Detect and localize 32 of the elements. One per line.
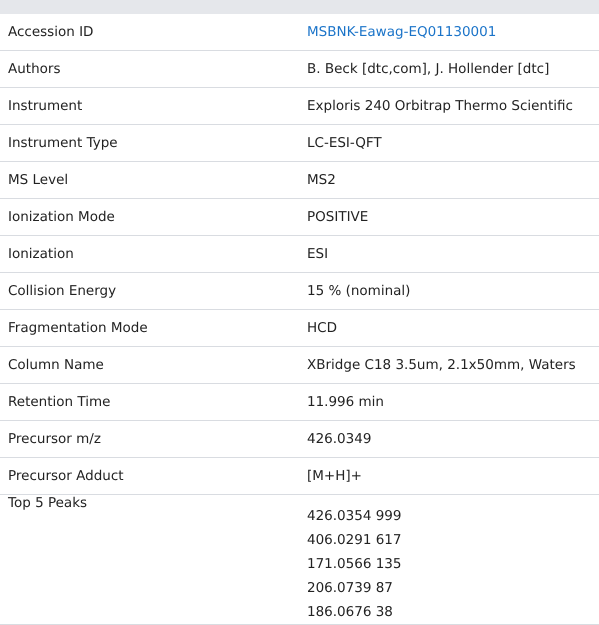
field-label: Authors: [7, 61, 60, 77]
peak-value: 426.0354 999: [307, 507, 402, 526]
field-label: Precursor m/z: [7, 431, 101, 447]
field-value: LC-ESI-QFT: [307, 135, 382, 151]
field-label: Retention Time: [7, 394, 110, 410]
field-label: Ionization: [7, 246, 74, 262]
peak-value: 186.0676 38: [307, 603, 394, 622]
field-label: Ionization Mode: [7, 209, 115, 225]
field-value: POSITIVE: [307, 209, 368, 225]
peak-value: 206.0739 87: [307, 579, 394, 598]
field-value: XBridge C18 3.5um, 2.1x50mm, Waters: [307, 357, 576, 373]
field-value: 15 % (nominal): [307, 283, 410, 299]
field-label: Instrument: [7, 98, 82, 114]
peak-value: 171.0566 135: [307, 555, 402, 574]
accession-link[interactable]: MSBNK-Eawag-EQ01130001: [307, 24, 496, 40]
field-label: Instrument Type: [7, 135, 118, 151]
peak-value: 406.0291 617: [307, 531, 402, 550]
field-label: Accession ID: [7, 24, 94, 40]
field-label: Collision Energy: [7, 283, 116, 299]
field-label: MS Level: [7, 172, 68, 188]
field-value: 426.0349: [307, 431, 372, 447]
field-label: Precursor Adduct: [7, 468, 124, 484]
field-value: ESI: [307, 246, 328, 262]
field-value: MS2: [307, 172, 336, 188]
field-value: 11.996 min: [307, 394, 384, 410]
field-value: B. Beck [dtc,com], J. Hollender [dtc]: [307, 61, 550, 77]
field-value: HCD: [307, 320, 337, 336]
field-label: Column Name: [7, 357, 104, 373]
field-value: Exploris 240 Orbitrap Thermo Scientific: [307, 98, 573, 114]
field-value: [M+H]+: [307, 468, 362, 484]
field-label: Fragmentation Mode: [7, 320, 148, 336]
field-label: Top 5 Peaks: [7, 494, 88, 511]
